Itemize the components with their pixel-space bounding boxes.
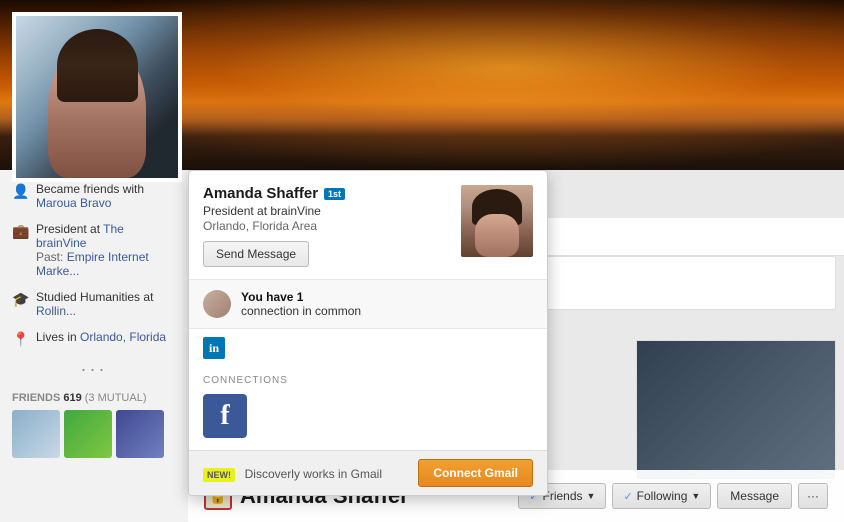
popup-connections-section: CONNECTIONS f — [189, 367, 547, 450]
sidebar-link-maroua[interactable]: Maroua Bravo — [36, 196, 111, 210]
linkedin-logo: in — [203, 337, 225, 359]
popup-info: Amanda Shaffer 1st President at brainVin… — [203, 185, 449, 267]
sidebar-item-work: 💼 President at The brainVinePast: Empire… — [12, 222, 176, 278]
popup-linkedin-bar: in — [189, 328, 547, 367]
profile-actions: ✓ Friends ▼ ✓ Following ▼ Message ··· — [518, 483, 828, 509]
popup-header: Amanda Shaffer 1st President at brainVin… — [189, 171, 547, 279]
profile-picture-image — [16, 16, 178, 178]
friend-thumb-1[interactable] — [12, 410, 60, 458]
profile-picture — [12, 12, 182, 182]
popup-footer-left: NEW! Discoverly works in Gmail — [203, 466, 382, 481]
following-caret-icon: ▼ — [691, 491, 700, 501]
sidebar-link-rollin[interactable]: Rollin... — [36, 304, 76, 318]
message-button[interactable]: Message — [717, 483, 792, 509]
connect-gmail-button[interactable]: Connect Gmail — [418, 459, 533, 487]
friends-thumbnails — [12, 410, 176, 458]
linkedin-popup-card: Amanda Shaffer 1st President at brainVin… — [188, 170, 548, 496]
facebook-icon: f — [203, 394, 247, 438]
popup-connection-badge: 1st — [324, 188, 345, 200]
popup-name: Amanda Shaffer 1st — [203, 185, 449, 202]
friends-count: 619 — [63, 392, 81, 404]
people-icon: 👤 — [12, 183, 28, 199]
new-badge: NEW! — [203, 468, 235, 482]
sidebar-item-location: 📍 Lives in Orlando, Florida — [12, 330, 176, 347]
post-image — [636, 340, 836, 480]
friends-caret-icon: ▼ — [587, 491, 596, 501]
sidebar-item-friends: 👤 Became friends with Maroua Bravo — [12, 182, 176, 210]
sidebar-more-button[interactable]: ··· — [12, 359, 176, 380]
work-icon: 💼 — [12, 223, 28, 239]
left-sidebar: 👤 Became friends with Maroua Bravo 💼 Pre… — [0, 170, 188, 522]
popup-avatar — [461, 185, 533, 257]
friends-section: FRIENDS 619 (3 Mutual) — [12, 392, 176, 458]
education-icon: 🎓 — [12, 291, 28, 307]
sidebar-link-empire[interactable]: Empire Internet Marke... — [36, 250, 149, 278]
location-icon: 📍 — [12, 331, 28, 347]
popup-connection-bar: You have 1 connection in common — [189, 280, 547, 328]
friend-thumb-3[interactable] — [116, 410, 164, 458]
following-button[interactable]: ✓ Following ▼ — [612, 483, 711, 509]
connection-text: You have 1 connection in common — [241, 290, 361, 318]
sidebar-link-orlando[interactable]: Orlando, Florida — [80, 330, 166, 344]
following-checkmark-icon: ✓ — [623, 490, 632, 503]
friend-thumb-2[interactable] — [64, 410, 112, 458]
send-message-button[interactable]: Send Message — [203, 241, 309, 267]
popup-title: President at brainVine — [203, 204, 449, 218]
popup-avatar-image — [461, 185, 533, 257]
more-options-button[interactable]: ··· — [798, 483, 828, 509]
sidebar-item-education: 🎓 Studied Humanities at Rollin... — [12, 290, 176, 318]
popup-footer: NEW! Discoverly works in Gmail Connect G… — [189, 450, 547, 495]
connections-label: CONNECTIONS — [203, 375, 533, 386]
footer-gmail-text: Discoverly works in Gmail — [245, 467, 382, 481]
popup-location: Orlando, Florida Area — [203, 219, 449, 233]
friends-mutual: (3 Mutual) — [85, 392, 147, 404]
sidebar-link-brainvine[interactable]: The brainVine — [36, 222, 124, 250]
connection-avatar — [203, 290, 231, 318]
